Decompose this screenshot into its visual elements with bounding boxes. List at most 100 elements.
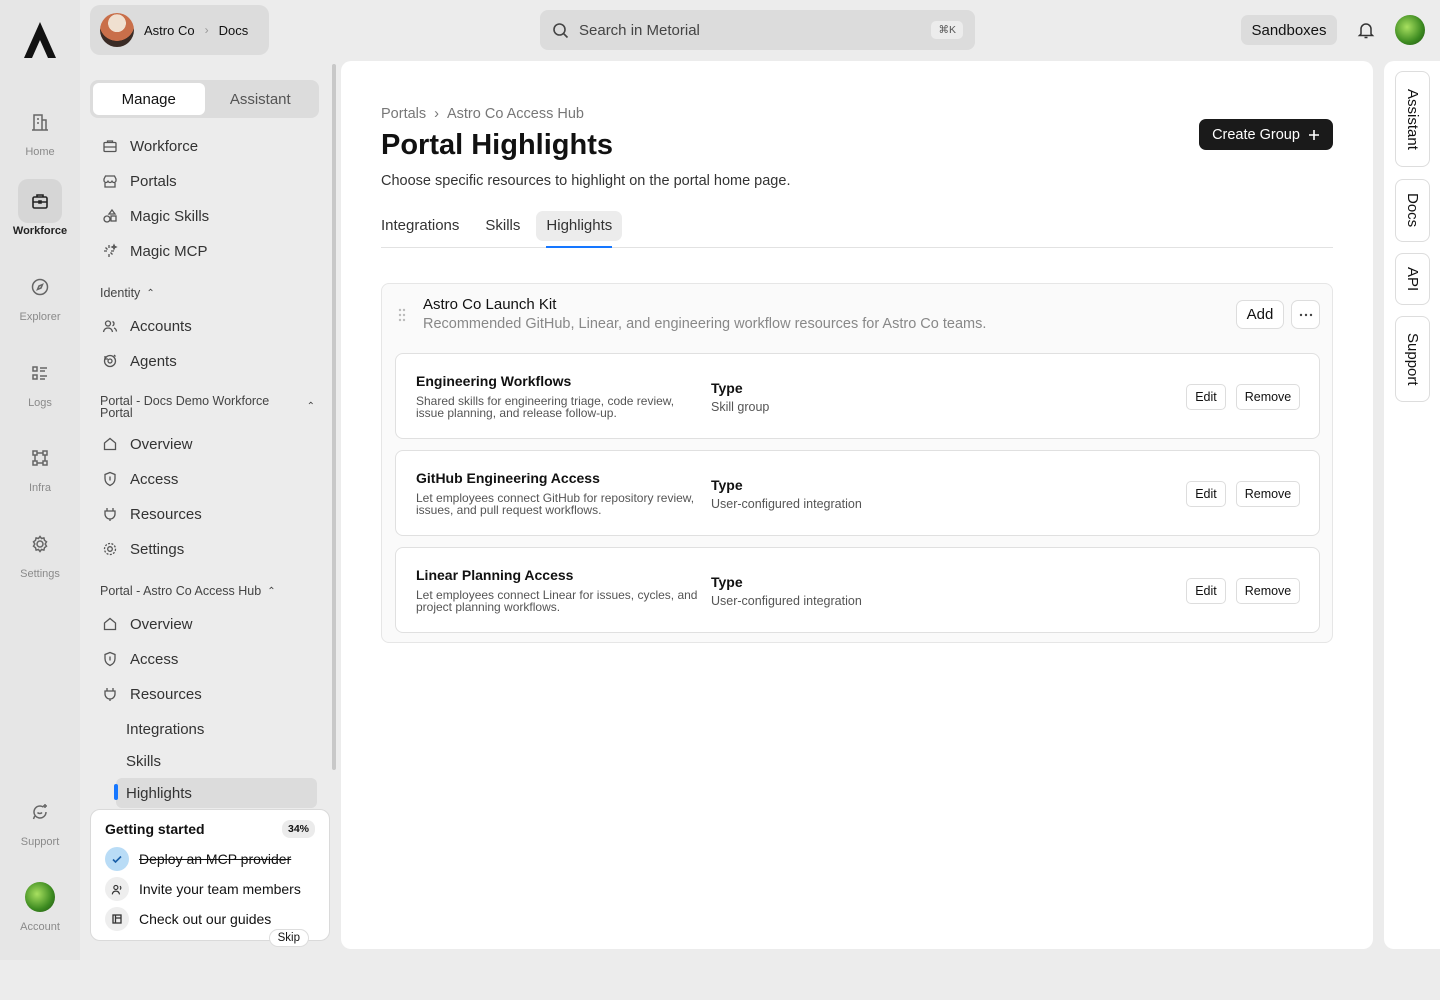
plug-icon <box>104 688 116 701</box>
workspace-org: Astro Co <box>144 22 195 38</box>
sidebar-item-magic-mcp[interactable]: Magic MCP <box>90 235 318 267</box>
rail-workforce[interactable]: Workforce <box>0 179 80 237</box>
sidebar-item-label: Settings <box>130 540 185 558</box>
task-label: Invite your team members <box>139 881 301 897</box>
highlight-group: Astro Co Launch Kit Recommended GitHub, … <box>381 283 1333 643</box>
sidebar-item-resources[interactable]: Resources <box>90 498 318 530</box>
sidebar-item-magic-skills[interactable]: Magic Skills <box>90 200 318 232</box>
workspace-avatar <box>100 13 134 47</box>
gear-icon <box>18 522 62 566</box>
home-icon <box>103 437 117 451</box>
add-button[interactable]: Add <box>1236 300 1284 329</box>
rail-settings[interactable]: Settings <box>0 522 80 580</box>
search-placeholder: Search in Metorial <box>579 21 700 39</box>
progress-badge: 34% <box>281 820 315 838</box>
remove-button[interactable]: Remove <box>1236 578 1300 604</box>
workspace-section: Docs <box>218 22 249 38</box>
right-dock: Assistant Docs API Support <box>1384 61 1440 949</box>
skip-button[interactable]: Skip <box>268 929 309 947</box>
user-avatar[interactable] <box>1395 15 1425 45</box>
sidebar-item-portals[interactable]: Portals <box>90 165 318 197</box>
chevron-up-icon: ⌃ <box>306 401 315 412</box>
remove-button[interactable]: Remove <box>1236 481 1300 507</box>
workspace-switcher[interactable]: Astro Co › Docs <box>90 5 269 55</box>
breadcrumb: Portals › Astro Co Access Hub <box>381 106 584 122</box>
sidebar-item-access[interactable]: Access <box>90 643 318 675</box>
tab-skills[interactable]: Skills <box>475 211 530 241</box>
sidebar-item-label: Portals <box>130 172 177 190</box>
sidebar-item-settings[interactable]: Settings <box>90 533 318 565</box>
group-label: Portal - Astro Co Access Hub <box>100 584 262 598</box>
identity-group-header[interactable]: Identity ⌃ <box>100 286 155 300</box>
breadcrumb-portal[interactable]: Astro Co Access Hub <box>447 106 584 122</box>
metorial-logo[interactable] <box>22 20 58 60</box>
rail-label: Settings <box>20 568 60 580</box>
sidebar-subitem-highlights[interactable]: Highlights <box>114 778 317 808</box>
main-panel: Portals › Astro Co Access Hub Portal Hig… <box>341 61 1373 949</box>
sidebar-item-label: Magic Skills <box>130 207 210 225</box>
group-label: Portal - Docs Demo Workforce Portal <box>100 394 270 420</box>
getting-started-title: Getting started <box>105 821 205 837</box>
sidebar-item-overview[interactable]: Overview <box>90 608 318 640</box>
portal-docs-group-header[interactable]: Portal - Docs Demo Workforce Portal ⌃ <box>100 394 315 420</box>
book-icon <box>105 907 129 931</box>
building-icon <box>18 100 62 144</box>
bell-icon[interactable] <box>1356 20 1376 40</box>
rail-support[interactable]: Support <box>0 790 80 848</box>
sidebar-item-agents[interactable]: Agents <box>90 345 318 377</box>
segment-assistant[interactable]: Assistant <box>205 83 317 115</box>
task-deploy-mcp[interactable]: Deploy an MCP provider <box>105 844 315 874</box>
tab-integrations[interactable]: Integrations <box>381 211 469 241</box>
task-invite-team[interactable]: Invite your team members <box>105 874 315 904</box>
dock-tab-api[interactable]: API <box>1395 253 1430 305</box>
edit-button[interactable]: Edit <box>1186 481 1226 507</box>
edit-button[interactable]: Edit <box>1186 384 1226 410</box>
more-options-button[interactable] <box>1291 300 1320 329</box>
rail-logs[interactable]: Logs <box>0 351 80 409</box>
sidebar-scrollbar[interactable] <box>332 64 336 770</box>
tab-highlights[interactable]: Highlights <box>536 211 623 248</box>
remove-button[interactable]: Remove <box>1236 384 1300 410</box>
rail-label: Home <box>25 146 55 158</box>
sidebar-subitem-skills[interactable]: Skills <box>116 746 317 776</box>
create-group-button[interactable]: Create Group <box>1199 119 1333 150</box>
dock-tab-support[interactable]: Support <box>1395 316 1430 402</box>
briefcase-icon <box>103 140 117 153</box>
briefcase-icon <box>18 179 62 223</box>
search-input[interactable]: Search in Metorial ⌘K <box>540 10 975 50</box>
highlight-item: GitHub Engineering Access Let employees … <box>395 450 1320 536</box>
shield-icon <box>104 651 116 667</box>
rail-home[interactable]: Home <box>0 100 80 158</box>
sidebar-item-label: Overview <box>130 435 193 453</box>
edit-button[interactable]: Edit <box>1186 578 1226 604</box>
sandboxes-button[interactable]: Sandboxes <box>1241 15 1337 45</box>
rail-explorer[interactable]: Explorer <box>0 265 80 323</box>
portal-astro-group-header[interactable]: Portal - Astro Co Access Hub ⌃ <box>100 584 276 598</box>
avatar <box>18 875 62 919</box>
page-description: Choose specific resources to highlight o… <box>381 173 791 189</box>
dock-tab-docs[interactable]: Docs <box>1395 179 1430 242</box>
dock-tab-assistant[interactable]: Assistant <box>1395 71 1430 167</box>
item-name: Engineering Workflows <box>416 373 572 389</box>
segment-manage[interactable]: Manage <box>93 83 205 115</box>
ellipsis-icon <box>1299 313 1312 316</box>
dock-tab-label: Assistant <box>1404 88 1421 150</box>
task-label: Deploy an MCP provider <box>139 851 292 867</box>
chat-icon <box>18 790 62 834</box>
breadcrumb-portals[interactable]: Portals <box>381 106 426 122</box>
rail-account[interactable]: Account <box>0 875 80 933</box>
highlight-group-header: Astro Co Launch Kit Recommended GitHub, … <box>382 284 1332 346</box>
plus-icon <box>1308 129 1319 140</box>
sidebar-item-workforce[interactable]: Workforce <box>90 130 318 162</box>
drag-handle-icon[interactable] <box>398 308 406 322</box>
sidebar-item-overview[interactable]: Overview <box>90 428 318 460</box>
group-title: Astro Co Launch Kit <box>423 296 557 313</box>
sidebar-subitem-integrations[interactable]: Integrations <box>116 714 317 744</box>
sidebar-item-access[interactable]: Access <box>90 463 318 495</box>
sidebar-item-accounts[interactable]: Accounts <box>90 310 318 342</box>
sidebar-item-resources[interactable]: Resources <box>90 678 318 710</box>
rail-infra[interactable]: Infra <box>0 436 80 494</box>
sidebar-item-label: Workforce <box>130 137 199 155</box>
create-group-label: Create Group <box>1212 126 1300 143</box>
highlight-item: Linear Planning Access Let employees con… <box>395 547 1320 633</box>
